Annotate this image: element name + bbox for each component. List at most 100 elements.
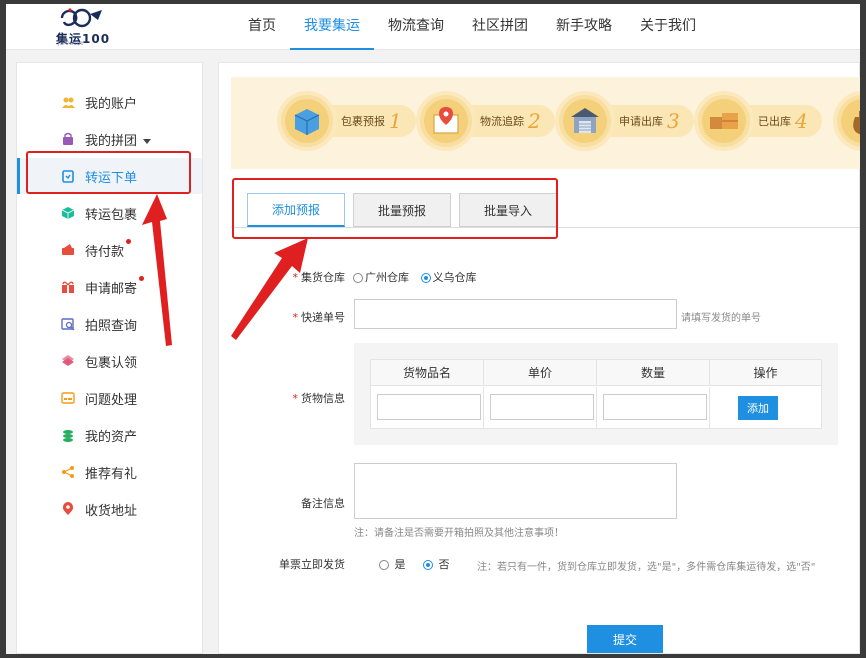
- sidebar-label-text: 我的账户: [85, 96, 138, 112]
- user-group-icon: [61, 95, 75, 109]
- sidebar-item-label: 收货地址: [85, 500, 137, 519]
- notification-dot: [139, 275, 145, 281]
- tab-1[interactable]: 批量预报: [353, 193, 451, 227]
- sidebar-item-6[interactable]: 拍照查询: [17, 306, 202, 342]
- tab-2[interactable]: 批量导入: [459, 193, 557, 227]
- sidebar-item-label: 转运下单: [85, 167, 137, 186]
- nav-item-4[interactable]: 新手攻略: [542, 4, 626, 50]
- order-icon: [61, 169, 75, 183]
- step-circle: [694, 91, 754, 151]
- goods-header-qty: 数量: [597, 360, 710, 386]
- step-number: 1: [389, 109, 402, 133]
- issue-icon: [61, 391, 75, 405]
- chevron-down-icon[interactable]: [143, 138, 152, 144]
- active-indicator: [17, 158, 20, 194]
- radio-ship-no[interactable]: 否: [423, 558, 450, 571]
- ship-now-radio-group: 是 否: [379, 556, 450, 572]
- goods-cell-price: [484, 387, 597, 429]
- radio-warehouse-yiwu[interactable]: 义乌仓库: [420, 271, 477, 284]
- bag-icon: [61, 132, 75, 146]
- nav-item-0[interactable]: 首页: [234, 4, 290, 50]
- tracking-label: * 快递单号: [275, 309, 346, 325]
- sidebar-item-label: 推荐有礼: [85, 463, 137, 482]
- sidebar-label-text: 包裹认领: [85, 355, 138, 371]
- sidebar-item-3[interactable]: 转运包裹: [17, 195, 202, 231]
- step-icon-wrap: [424, 99, 468, 143]
- sidebar-label-text: 收货地址: [85, 503, 138, 519]
- required-mark: *: [292, 392, 299, 405]
- radio-circle-selected[interactable]: [423, 560, 433, 570]
- nav-item-1[interactable]: 我要集运: [290, 4, 374, 50]
- sidebar-item-5[interactable]: 申请邮寄: [17, 269, 202, 305]
- radio-circle-selected[interactable]: [420, 273, 431, 283]
- nav-item-5[interactable]: 关于我们: [626, 4, 710, 50]
- sidebar-item-2[interactable]: 转运下单: [17, 158, 202, 194]
- radio-label: 否: [438, 558, 450, 571]
- sidebar-item-9[interactable]: 我的资产: [17, 417, 202, 453]
- sidebar-item-label: 问题处理: [85, 389, 137, 408]
- step-icon-wrap: [285, 99, 329, 143]
- sidebar-item-label: 待付款: [85, 238, 132, 260]
- logo[interactable]: 集运100 JIYUN100: [52, 6, 116, 46]
- goods-table: 货物品名 单价 数量 操作 添加: [370, 359, 822, 429]
- step-icon-wrap: [702, 99, 746, 143]
- step-circle: [277, 91, 337, 151]
- sidebar-item-1[interactable]: 我的拼团: [17, 121, 202, 157]
- sidebar-item-7[interactable]: 包裹认领: [17, 343, 202, 379]
- logo-sub: JIYUN100: [58, 41, 85, 46]
- gift-icon: [61, 280, 75, 294]
- step-1-icon: [294, 109, 320, 135]
- warehouse-label: * 集货仓库: [275, 269, 346, 285]
- sidebar-item-label: 转运包裹: [85, 204, 137, 223]
- warehouse-label-text: 集货仓库: [301, 271, 345, 284]
- sidebar-item-10[interactable]: 推荐有礼: [17, 454, 202, 490]
- tracking-hint: 请填写发货的单号: [681, 313, 761, 324]
- claim-icon: [61, 354, 75, 368]
- box-icon: [61, 206, 75, 220]
- goods-header-price: 单价: [484, 360, 597, 386]
- sidebar-item-8[interactable]: 问题处理: [17, 380, 202, 416]
- tracking-number-input[interactable]: [354, 299, 677, 329]
- nav-item-2[interactable]: 物流查询: [374, 4, 458, 50]
- sidebar-item-label: 我的账户: [85, 93, 137, 112]
- radio-ship-yes[interactable]: 是: [379, 558, 406, 571]
- sidebar-item-4[interactable]: 待付款: [17, 232, 202, 268]
- sidebar-item-label: 拍照查询: [85, 315, 137, 334]
- radio-circle[interactable]: [353, 273, 363, 283]
- goods-qty-input[interactable]: [603, 394, 707, 420]
- goods-label: * 货物信息: [275, 390, 346, 406]
- notification-dot: [126, 238, 132, 244]
- ship-now-hint: 注：若只有一件，货到仓库立即发货，选"是"，多件需仓库集运待发，选"否": [477, 562, 816, 573]
- goods-name-input[interactable]: [377, 394, 481, 420]
- sidebar-label-text: 我的资产: [85, 429, 138, 445]
- add-goods-button[interactable]: 添加: [738, 396, 778, 420]
- sidebar-item-0[interactable]: 我的账户: [17, 84, 202, 120]
- step-number: 3: [667, 109, 680, 133]
- goods-header-action: 操作: [710, 360, 821, 386]
- radio-warehouse-guangzhou[interactable]: 广州仓库: [353, 271, 409, 284]
- step-title: 申请出库: [619, 115, 663, 128]
- sidebar-item-11[interactable]: 收货地址: [17, 491, 202, 527]
- step-4-icon: [710, 113, 738, 129]
- sidebar-item-label: 我的资产: [85, 426, 137, 445]
- remark-textarea[interactable]: [354, 463, 677, 519]
- sidebar-label-text: 待付款: [85, 244, 125, 260]
- main-nav: 首页 我要集运 物流查询 社区拼团 新手攻略 关于我们: [234, 4, 710, 50]
- pay-icon: [61, 243, 75, 257]
- warehouse-radio-group: 广州仓库 义乌仓库: [353, 269, 477, 285]
- step-2-icon: [433, 107, 459, 134]
- submit-button[interactable]: 提交: [587, 625, 663, 653]
- sidebar-item-label: 申请邮寄: [85, 275, 145, 297]
- radio-circle[interactable]: [379, 560, 389, 570]
- nav-item-3[interactable]: 社区拼团: [458, 4, 542, 50]
- radio-label: 是: [394, 558, 406, 571]
- step-circle: [555, 91, 615, 151]
- step-circle: [416, 91, 476, 151]
- goods-cell-name: [371, 387, 484, 429]
- tab-0[interactable]: 添加预报: [247, 193, 345, 227]
- radio-label: 义乌仓库: [432, 271, 477, 284]
- goods-price-input[interactable]: [490, 394, 594, 420]
- step-title: 已出库: [758, 115, 791, 128]
- tracking-label-text: 快递单号: [301, 311, 345, 324]
- goods-label-text: 货物信息: [301, 392, 345, 405]
